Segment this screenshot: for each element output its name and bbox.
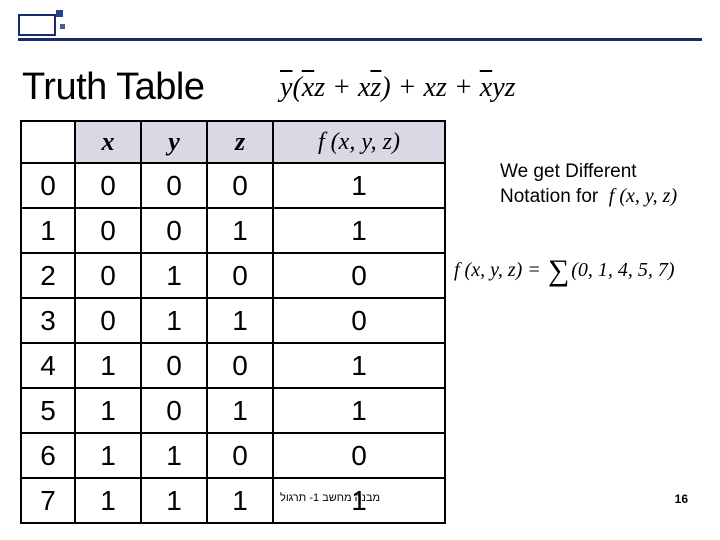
cell-f: 0 <box>274 434 446 477</box>
cell-z: 1 <box>208 299 274 342</box>
row-index: 7 <box>22 479 76 522</box>
table-row: 41001 <box>22 344 446 389</box>
side-note-line1: We get Different <box>500 161 637 182</box>
table-row: 30110 <box>22 299 446 344</box>
row-index: 4 <box>22 344 76 387</box>
sum-of-products: f (x, y, z) = ∑(0, 1, 4, 5, 7) <box>454 250 675 284</box>
truth-table: x y z f (x, y, z) 0000110011201003011041… <box>20 120 446 524</box>
header-blank <box>22 122 76 162</box>
header-f: f (x, y, z) <box>274 122 446 162</box>
table-row: 61100 <box>22 434 446 479</box>
cell-y: 1 <box>142 434 208 477</box>
cell-x: 0 <box>76 164 142 207</box>
row-index: 6 <box>22 434 76 477</box>
cell-x: 1 <box>76 479 142 522</box>
horizontal-rule <box>18 38 702 41</box>
cell-y: 1 <box>142 479 208 522</box>
cell-y: 1 <box>142 254 208 297</box>
cell-f: 1 <box>274 344 446 387</box>
cell-z: 0 <box>208 164 274 207</box>
cell-x: 0 <box>76 299 142 342</box>
cell-z: 1 <box>208 479 274 522</box>
cell-z: 0 <box>208 434 274 477</box>
table-row: 20100 <box>22 254 446 299</box>
table-header-row: x y z f (x, y, z) <box>22 122 446 164</box>
cell-y: 0 <box>142 344 208 387</box>
cell-f: 1 <box>274 389 446 432</box>
sop-list: (0, 1, 4, 5, 7) <box>571 259 674 281</box>
cell-f: 1 <box>274 164 446 207</box>
header-z: z <box>208 122 274 162</box>
page-title: Truth Table <box>22 66 205 109</box>
side-note: We get Different Notation for f (x, y, z… <box>500 160 700 209</box>
header-x: x <box>76 122 142 162</box>
header-y: y <box>142 122 208 162</box>
row-index: 0 <box>22 164 76 207</box>
row-index: 2 <box>22 254 76 297</box>
cell-x: 0 <box>76 209 142 252</box>
cell-y: 1 <box>142 299 208 342</box>
cell-z: 1 <box>208 209 274 252</box>
cell-f: 0 <box>274 254 446 297</box>
footer-text: מבנה מחשב 1- תרגול <box>280 492 380 504</box>
cell-y: 0 <box>142 209 208 252</box>
cell-x: 1 <box>76 389 142 432</box>
side-note-line2: Notation for <box>500 186 598 207</box>
corner-decoration <box>18 14 56 36</box>
cell-y: 0 <box>142 164 208 207</box>
cell-f: 0 <box>274 299 446 342</box>
table-row: 10011 <box>22 209 446 254</box>
cell-z: 0 <box>208 254 274 297</box>
cell-z: 1 <box>208 389 274 432</box>
boolean-expression: y(xz + xz) + xz + xyz <box>280 72 516 104</box>
table-row: 51011 <box>22 389 446 434</box>
cell-y: 0 <box>142 389 208 432</box>
row-index: 5 <box>22 389 76 432</box>
cell-f: 1 <box>274 209 446 252</box>
cell-x: 1 <box>76 344 142 387</box>
cell-x: 0 <box>76 254 142 297</box>
cell-z: 0 <box>208 344 274 387</box>
table-row: 71111 <box>22 479 446 524</box>
sigma-symbol: ∑ <box>546 254 571 287</box>
side-note-fn: f (x, y, z) <box>609 185 677 207</box>
row-index: 1 <box>22 209 76 252</box>
sop-lhs: f (x, y, z) = <box>454 259 546 281</box>
row-index: 3 <box>22 299 76 342</box>
corner-square-small <box>60 24 65 29</box>
corner-square <box>56 10 63 17</box>
table-row: 00001 <box>22 164 446 209</box>
cell-x: 1 <box>76 434 142 477</box>
page-number: 16 <box>675 492 688 506</box>
